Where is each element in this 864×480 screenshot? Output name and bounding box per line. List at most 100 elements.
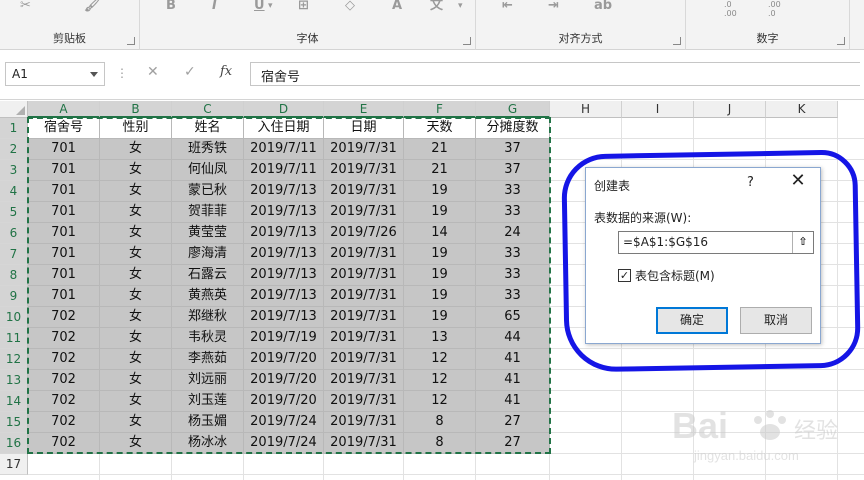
table-cell[interactable]: 蒙已秋 [172,181,244,202]
table-cell[interactable]: 廖海清 [172,244,244,265]
table-cell[interactable]: 2019/7/13 [244,286,324,307]
increase-decimal-icon[interactable]: .0 .00 [724,0,737,18]
cancel-button[interactable]: 取消 [740,307,812,334]
table-cell[interactable]: 2019/7/31 [324,181,404,202]
column-header-h[interactable]: H [550,101,622,118]
table-header-cell[interactable]: 日期 [324,118,404,139]
has-headers-checkbox[interactable]: ✓ [618,269,631,282]
table-cell[interactable]: 65 [476,307,550,328]
fill-color-icon[interactable]: ◇ [345,0,355,12]
column-header-e[interactable]: E [324,101,404,118]
table-cell[interactable]: 702 [28,349,100,370]
table-cell[interactable]: 37 [476,160,550,181]
column-header-g[interactable]: G [476,101,550,118]
table-cell[interactable]: 701 [28,139,100,160]
italic-icon[interactable]: I [212,0,217,12]
chevron-down-icon[interactable] [90,72,98,77]
decrease-indent-icon[interactable]: ⇤ [502,0,513,12]
underline-dropdown-icon[interactable]: ▾ [268,0,273,12]
table-cell[interactable]: 24 [476,223,550,244]
table-cell[interactable]: 黄燕英 [172,286,244,307]
table-cell[interactable]: 19 [404,307,476,328]
table-cell[interactable]: 21 [404,160,476,181]
borders-icon[interactable]: ⊞ [298,0,309,12]
table-cell[interactable]: 女 [100,265,172,286]
table-cell[interactable]: 12 [404,349,476,370]
table-cell[interactable]: 19 [404,265,476,286]
table-cell[interactable]: 33 [476,244,550,265]
table-cell[interactable]: 44 [476,328,550,349]
table-cell[interactable]: 女 [100,307,172,328]
table-cell[interactable]: 701 [28,244,100,265]
table-cell[interactable]: 41 [476,370,550,391]
table-cell[interactable]: 杨玉媚 [172,412,244,433]
table-cell[interactable]: 2019/7/13 [244,307,324,328]
table-cell[interactable]: 2019/7/13 [244,202,324,223]
row-header-17[interactable]: 17 [0,454,28,475]
table-cell[interactable]: 702 [28,433,100,454]
row-header-4[interactable]: 4 [0,181,28,202]
table-cell[interactable]: 女 [100,181,172,202]
table-cell[interactable]: 2019/7/20 [244,370,324,391]
number-launcher-icon[interactable] [837,37,845,45]
table-cell[interactable]: 12 [404,391,476,412]
table-cell[interactable]: 2019/7/31 [324,202,404,223]
table-cell[interactable]: 2019/7/31 [324,349,404,370]
select-all-button[interactable] [0,101,28,118]
table-cell[interactable]: 2019/7/31 [324,412,404,433]
table-cell[interactable]: 2019/7/13 [244,181,324,202]
table-cell[interactable]: 李燕茹 [172,349,244,370]
row-header-11[interactable]: 11 [0,328,28,349]
table-cell[interactable]: 刘远丽 [172,370,244,391]
table-cell[interactable]: 2019/7/20 [244,349,324,370]
table-cell[interactable]: 2019/7/19 [244,328,324,349]
table-header-cell[interactable]: 天数 [404,118,476,139]
table-header-cell[interactable]: 姓名 [172,118,244,139]
table-cell[interactable]: 702 [28,328,100,349]
table-cell[interactable]: 2019/7/31 [324,307,404,328]
row-header-7[interactable]: 7 [0,244,28,265]
table-cell[interactable]: 女 [100,139,172,160]
table-cell[interactable]: 黄莹莹 [172,223,244,244]
table-cell[interactable]: 33 [476,286,550,307]
table-cell[interactable]: 女 [100,160,172,181]
table-cell[interactable]: 杨冰冰 [172,433,244,454]
column-header-i[interactable]: I [622,101,694,118]
table-cell[interactable]: 2019/7/31 [324,286,404,307]
column-header-d[interactable]: D [244,101,324,118]
table-cell[interactable]: 2019/7/11 [244,160,324,181]
table-cell[interactable]: 33 [476,181,550,202]
table-cell[interactable]: 37 [476,139,550,160]
clipboard-launcher-icon[interactable] [127,37,135,45]
table-cell[interactable]: 韦秋灵 [172,328,244,349]
table-cell[interactable]: 2019/7/24 [244,433,324,454]
table-cell[interactable]: 女 [100,202,172,223]
insert-function-icon[interactable]: fx [220,64,232,79]
table-cell[interactable]: 2019/7/31 [324,265,404,286]
table-cell[interactable]: 2019/7/13 [244,223,324,244]
table-cell[interactable]: 贺菲菲 [172,202,244,223]
table-cell[interactable]: 701 [28,181,100,202]
font-color-icon[interactable]: A [392,0,402,12]
collapse-dialog-icon[interactable]: ⇧ [792,232,813,253]
table-cell[interactable]: 33 [476,202,550,223]
table-cell[interactable]: 2019/7/31 [324,391,404,412]
table-cell[interactable]: 19 [404,181,476,202]
table-cell[interactable]: 21 [404,139,476,160]
table-cell[interactable]: 41 [476,349,550,370]
table-cell[interactable]: 2019/7/31 [324,370,404,391]
table-header-cell[interactable]: 分摊度数 [476,118,550,139]
table-cell[interactable]: 33 [476,265,550,286]
bold-icon[interactable]: B [166,0,176,12]
table-cell[interactable]: 14 [404,223,476,244]
table-cell[interactable]: 2019/7/13 [244,265,324,286]
table-cell[interactable]: 刘玉莲 [172,391,244,412]
table-cell[interactable]: 701 [28,160,100,181]
increase-indent-icon[interactable]: ⇥ [548,0,559,12]
table-cell[interactable]: 女 [100,244,172,265]
table-cell[interactable]: 石露云 [172,265,244,286]
column-header-k[interactable]: K [766,101,838,118]
table-cell[interactable]: 702 [28,391,100,412]
phonetic-dropdown-icon[interactable]: ▾ [458,0,463,12]
format-painter-icon[interactable]: 🖌 [84,0,101,12]
